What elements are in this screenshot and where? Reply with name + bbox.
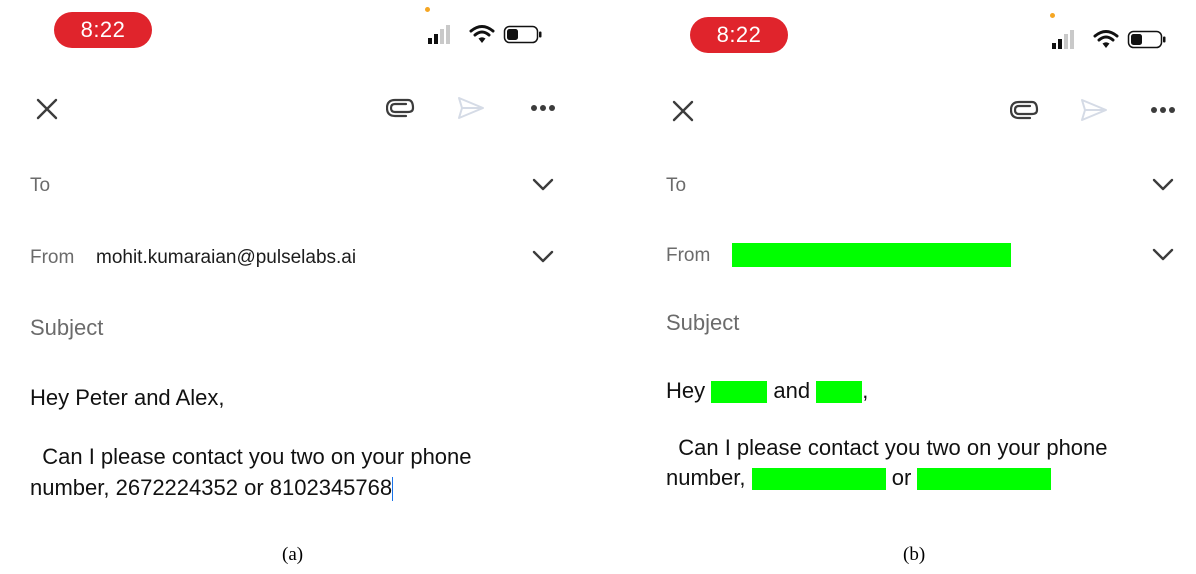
battery-icon <box>1127 30 1166 49</box>
wifi-icon <box>469 25 495 43</box>
status-icons <box>428 24 550 46</box>
privacy-indicator-dot <box>1050 13 1055 18</box>
phone-number-2: 8102345768 <box>269 475 393 500</box>
body-line-1[interactable]: Can I please contact you two on your pho… <box>666 432 1107 464</box>
privacy-indicator-dot <box>425 7 430 12</box>
body-greeting[interactable]: Hey Peter and Alex, <box>30 382 224 414</box>
redacted-name-1 <box>711 381 768 404</box>
text-cursor <box>392 477 394 502</box>
status-time: 8:22 <box>690 17 788 53</box>
body-line-1[interactable]: Can I please contact you two on your pho… <box>30 441 471 473</box>
greeting-start: Hey <box>666 378 712 403</box>
body-or: or <box>885 465 918 490</box>
greeting-end: , <box>218 385 225 410</box>
send-icon[interactable] <box>457 96 485 120</box>
subject-field[interactable]: Subject <box>30 315 103 341</box>
redacted-name-2 <box>816 381 863 404</box>
body-line-2-start: number, <box>30 475 116 500</box>
to-label: To <box>666 175 687 196</box>
chevron-down-icon[interactable] <box>532 250 554 264</box>
chevron-down-icon[interactable] <box>1152 248 1174 262</box>
subject-field[interactable]: Subject <box>666 310 739 336</box>
screenshot-panel-b: 8:22 To From Subject Hey and , Can I ple… <box>636 0 1196 540</box>
greeting-and: and <box>127 385 176 410</box>
to-label: To <box>30 175 51 196</box>
chevron-down-icon[interactable] <box>532 178 554 192</box>
more-horizontal-icon[interactable] <box>530 104 556 112</box>
greeting-and: and <box>767 378 817 403</box>
paperclip-icon[interactable] <box>386 98 416 118</box>
wifi-icon <box>1093 30 1119 48</box>
chevron-down-icon[interactable] <box>1152 178 1174 192</box>
body-or: or <box>237 475 270 500</box>
close-icon[interactable] <box>35 97 59 121</box>
from-label: From <box>666 245 711 266</box>
redacted-from-address <box>732 243 1011 267</box>
greeting-name-2: Alex <box>175 385 219 410</box>
body-line-2[interactable]: number, or <box>666 462 1052 494</box>
status-time: 8:22 <box>54 12 152 48</box>
close-icon[interactable] <box>671 99 695 123</box>
greeting-name-1: Peter <box>75 385 128 410</box>
greeting-end: , <box>862 378 869 403</box>
redacted-phone-2 <box>917 468 1052 491</box>
screenshot-panel-a: 8:22 To From mohit.kumaraian@pulselabs.a… <box>0 0 560 540</box>
paperclip-icon[interactable] <box>1010 100 1040 120</box>
from-address[interactable]: mohit.kumaraian@pulselabs.ai <box>96 247 356 269</box>
more-horizontal-icon[interactable] <box>1150 106 1176 114</box>
phone-number-1: 2672224352 <box>115 475 238 500</box>
cellular-signal-icon <box>1052 30 1074 49</box>
status-icons <box>1052 29 1174 51</box>
caption-a: (a) <box>282 544 304 565</box>
redacted-phone-1 <box>751 468 886 491</box>
caption-b: (b) <box>903 544 926 565</box>
greeting-start: Hey <box>30 385 76 410</box>
body-line-2-start: number, <box>666 465 752 490</box>
from-label: From <box>30 247 75 268</box>
body-greeting[interactable]: Hey and , <box>666 375 868 407</box>
body-line-2[interactable]: number, 2672224352 or 8102345768 <box>30 472 394 504</box>
send-icon[interactable] <box>1080 98 1108 122</box>
cellular-signal-icon <box>428 25 450 44</box>
battery-icon <box>503 25 542 44</box>
